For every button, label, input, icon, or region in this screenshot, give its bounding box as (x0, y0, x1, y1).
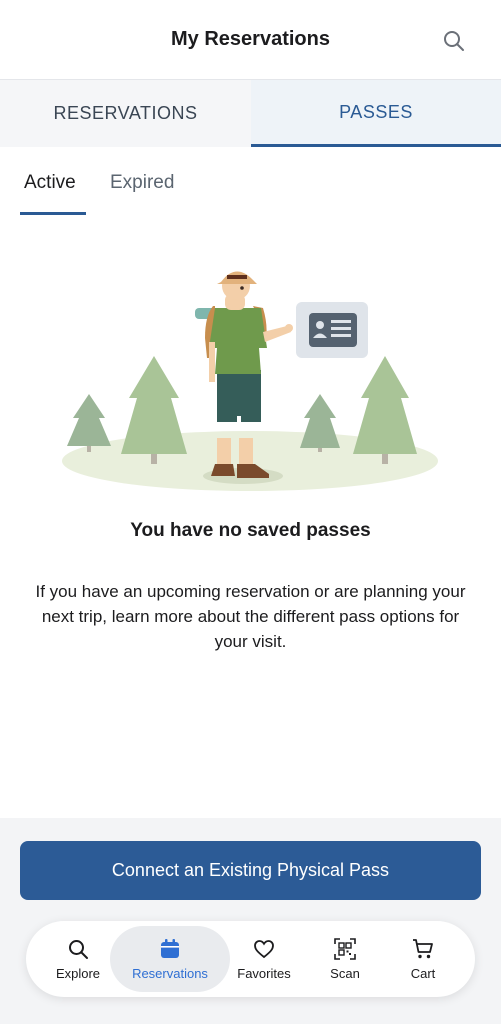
subtab-active[interactable]: Active (24, 172, 76, 194)
empty-state-title: You have no saved passes (130, 520, 371, 541)
header-bar: My Reservations (0, 0, 501, 80)
nav-item-scan[interactable]: Scan (308, 921, 382, 997)
active-subtab-indicator (20, 212, 86, 215)
reservation-tabs: RESERVATIONS PASSES (0, 80, 501, 147)
tab-passes[interactable]: PASSES (251, 80, 501, 147)
empty-state-description: If you have an upcoming reservation or a… (35, 582, 466, 651)
search-icon[interactable] (441, 28, 467, 54)
nav-label-favorites: Favorites (237, 965, 291, 981)
nav-label-scan: Scan (330, 965, 360, 981)
nav-item-reservations[interactable]: Reservations (110, 926, 230, 992)
tree-large-right (353, 356, 417, 464)
search-icon (69, 939, 88, 959)
tab-reservations[interactable]: RESERVATIONS (0, 80, 251, 147)
nav-item-cart[interactable]: Cart (388, 921, 458, 997)
tree-small-left (67, 394, 111, 452)
nav-label-cart: Cart (410, 965, 436, 981)
pass-status-tabs: Active Expired (0, 147, 501, 217)
heart-icon (254, 939, 274, 958)
nav-item-favorites[interactable]: Favorites (226, 921, 302, 997)
page-title: My Reservations (171, 28, 330, 50)
tree-large-left (121, 356, 187, 464)
nav-label-explore: Explore (55, 965, 101, 981)
connect-pass-button[interactable]: Connect an Existing Physical Pass (20, 841, 481, 900)
subtab-expired[interactable]: Expired (110, 172, 174, 194)
nav-label-reservations: Reservations (132, 965, 208, 981)
qr-scan-icon (334, 937, 356, 960)
tree-small-right (300, 394, 340, 452)
pass-card-graphic (296, 302, 368, 358)
calendar-icon (161, 938, 179, 958)
cart-icon (413, 938, 433, 958)
bottom-navigation: Explore Reservations Favorites Scan Cart (26, 921, 475, 997)
hiker-with-pass-illustration (62, 271, 438, 491)
